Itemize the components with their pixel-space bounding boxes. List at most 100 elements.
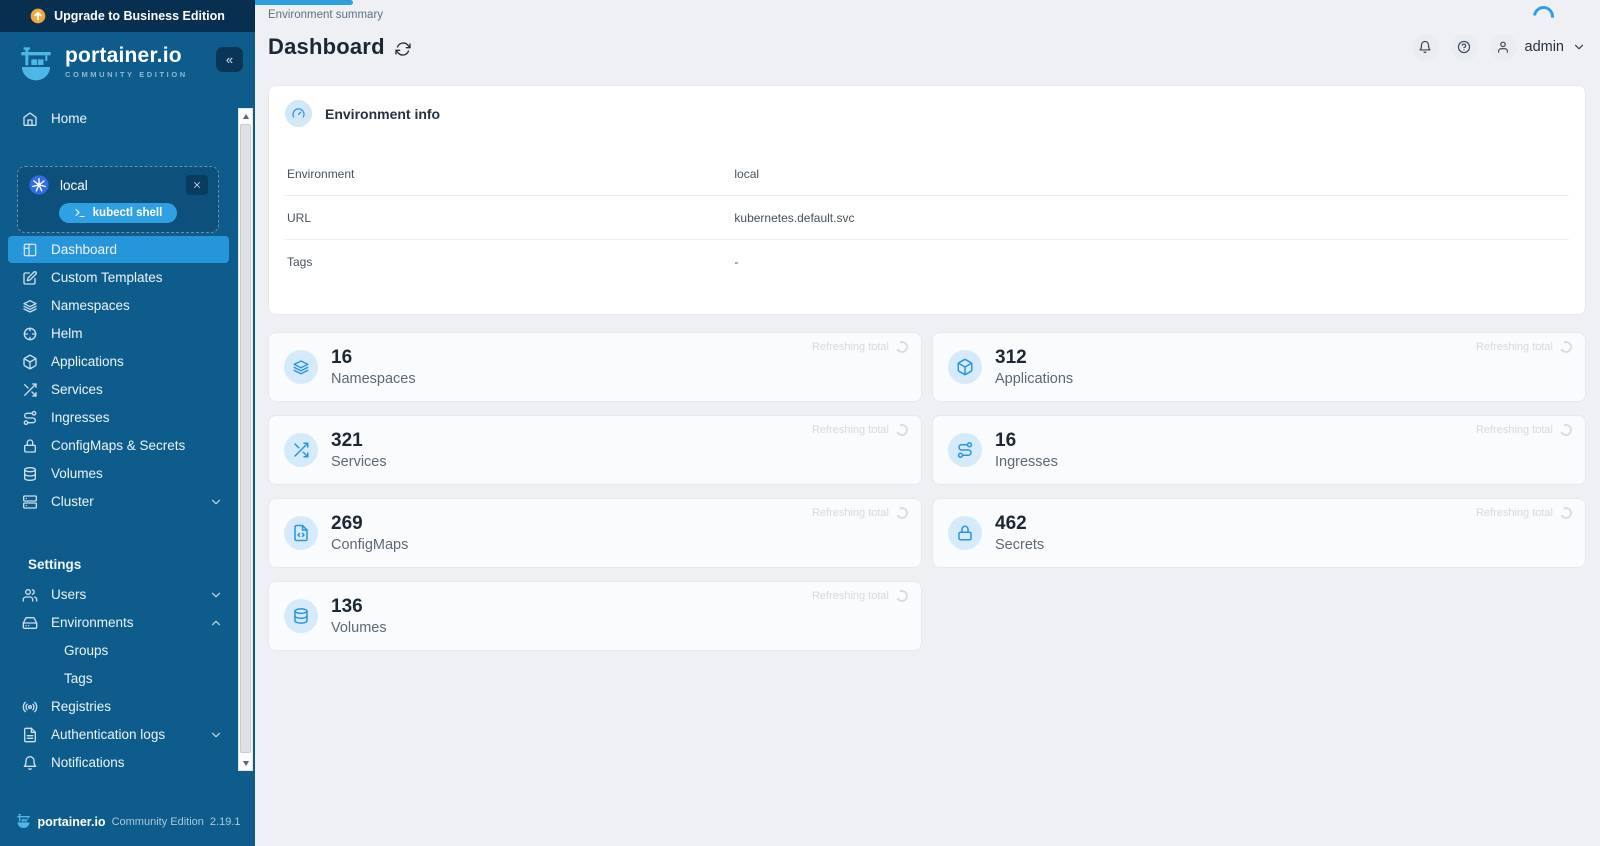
sidebar-item-label: ConfigMaps & Secrets	[51, 438, 185, 453]
sidebar-item-label: Applications	[51, 354, 124, 369]
stat-card-services[interactable]: 321 Services Refreshing total	[268, 415, 922, 485]
bell-icon	[22, 755, 38, 771]
sidebar-item-cluster[interactable]: Cluster	[8, 488, 229, 515]
sidebar-footer: portainer.io Community Edition 2.19.1	[0, 799, 255, 846]
sidebar-item-home[interactable]: Home	[8, 105, 229, 132]
sidebar-item-label: Volumes	[51, 466, 103, 481]
stat-card-ingresses[interactable]: 16 Ingresses Refreshing total	[932, 415, 1586, 485]
sidebar-item-label: Authentication logs	[51, 727, 165, 742]
sidebar-item-tags[interactable]: Tags	[8, 665, 229, 692]
refreshing-indicator: Refreshing total	[812, 341, 908, 353]
brand-name: portainer.io	[65, 45, 188, 67]
gauge-icon-bubble	[285, 100, 312, 127]
help-button[interactable]	[1451, 34, 1478, 61]
sidebar-item-label: Home	[51, 111, 87, 126]
stat-icon-bubble	[948, 350, 982, 384]
refreshing-label: Refreshing total	[1476, 341, 1553, 353]
scrollbar-down-arrow[interactable]	[239, 756, 252, 770]
environment-name: local	[60, 178, 88, 193]
stat-count: 269	[331, 513, 408, 536]
sidebar-item-label: Cluster	[51, 494, 94, 509]
sidebar-item-configmaps-secrets[interactable]: ConfigMaps & Secrets	[8, 432, 229, 459]
sidebar-item-registries[interactable]: Registries	[8, 693, 229, 720]
kubectl-shell-button[interactable]: kubectl shell	[59, 203, 178, 223]
sidebar-item-ingresses[interactable]: Ingresses	[8, 404, 229, 431]
stat-card-volumes[interactable]: 136 Volumes Refreshing total	[268, 581, 922, 651]
stat-count: 16	[331, 347, 416, 370]
hard-drive-icon	[22, 615, 38, 631]
gauge-icon	[291, 106, 306, 121]
scrollbar-thumb[interactable]	[240, 124, 251, 753]
sidebar-item-helm[interactable]: Helm	[8, 320, 229, 347]
sidebar-item-volumes[interactable]: Volumes	[8, 460, 229, 487]
sidebar-item-label: Notifications	[51, 755, 125, 770]
breadcrumb: Environment summary	[268, 0, 1586, 21]
stat-icon-bubble	[284, 599, 318, 633]
radio-icon	[22, 699, 38, 715]
user-avatar[interactable]	[1490, 34, 1517, 61]
env-info-label: URL	[285, 211, 734, 225]
stat-card-namespaces[interactable]: 16 Namespaces Refreshing total	[268, 332, 922, 402]
stat-label: ConfigMaps	[331, 537, 408, 553]
sidebar-item-notifications[interactable]: Notifications	[8, 749, 229, 776]
page-title: Dashboard	[268, 34, 385, 60]
database-icon	[292, 607, 310, 625]
env-info-value: -	[734, 255, 1569, 269]
refreshing-label: Refreshing total	[812, 341, 889, 353]
stat-icon-bubble	[284, 516, 318, 550]
footer-brand[interactable]: portainer.io	[38, 815, 106, 829]
sidebar-scrollbar[interactable]	[238, 108, 253, 771]
stat-card-applications[interactable]: 312 Applications Refreshing total	[932, 332, 1586, 402]
sidebar-item-namespaces[interactable]: Namespaces	[8, 292, 229, 319]
lock-icon	[22, 438, 38, 454]
upgrade-banner-label: Upgrade to Business Edition	[54, 9, 225, 23]
environment-info-card: Environment info Environment local URL k…	[268, 85, 1586, 315]
sidebar-item-dashboard[interactable]: Dashboard	[8, 236, 229, 263]
stat-label: Volumes	[331, 620, 387, 636]
route-icon	[22, 410, 38, 426]
footer-edition: Community Edition	[112, 816, 204, 828]
spinner-icon	[1558, 422, 1573, 437]
shuffle-icon	[22, 382, 38, 398]
refreshing-indicator: Refreshing total	[1476, 424, 1572, 436]
database-icon	[22, 466, 38, 482]
chevron-down-icon[interactable]	[1572, 40, 1586, 54]
kubectl-shell-label: kubectl shell	[93, 207, 163, 219]
spinner-icon	[894, 588, 909, 603]
stat-card-secrets[interactable]: 462 Secrets Refreshing total	[932, 498, 1586, 568]
sidebar-item-environments[interactable]: Environments	[8, 609, 229, 636]
sidebar-item-services[interactable]: Services	[8, 376, 229, 403]
env-info-label: Tags	[285, 255, 734, 269]
upgrade-banner[interactable]: Upgrade to Business Edition	[0, 0, 255, 32]
spinner-icon	[894, 339, 909, 354]
refresh-icon[interactable]	[395, 41, 411, 57]
stat-label: Namespaces	[331, 371, 416, 387]
sidebar-collapse-button[interactable]: «	[216, 47, 243, 72]
notifications-button[interactable]	[1412, 34, 1439, 61]
shuffle-icon	[292, 441, 310, 459]
environment-box: local kubectl shell	[17, 166, 219, 233]
topbar-actions: admin	[1412, 34, 1587, 61]
sidebar-item-label: Tags	[64, 671, 93, 686]
environment-close-button[interactable]	[186, 175, 208, 195]
stat-count: 312	[995, 347, 1073, 370]
dashboard-icon	[22, 242, 38, 258]
sidebar-item-users[interactable]: Users	[8, 581, 229, 608]
sidebar-item-authentication-logs[interactable]: Authentication logs	[8, 721, 229, 748]
sidebar-item-applications[interactable]: Applications	[8, 348, 229, 375]
user-icon	[1496, 40, 1510, 54]
scrollbar-up-arrow[interactable]	[239, 109, 252, 123]
sidebar-item-label: Ingresses	[51, 410, 110, 425]
title-row: Dashboard admin	[268, 32, 1586, 62]
terminal-icon	[74, 207, 86, 219]
kubernetes-icon	[28, 174, 50, 196]
env-info-label: Environment	[285, 167, 734, 181]
sidebar-item-label: Custom Templates	[51, 270, 163, 285]
env-info-row: Environment local	[285, 152, 1569, 196]
sidebar-item-groups[interactable]: Groups	[8, 637, 229, 664]
stat-count: 16	[995, 430, 1058, 453]
user-menu[interactable]: admin	[1490, 34, 1587, 61]
stat-card-configmaps[interactable]: 269 ConfigMaps Refreshing total	[268, 498, 922, 568]
sidebar-item-custom-templates[interactable]: Custom Templates	[8, 264, 229, 291]
loading-progress-bar	[255, 0, 353, 5]
